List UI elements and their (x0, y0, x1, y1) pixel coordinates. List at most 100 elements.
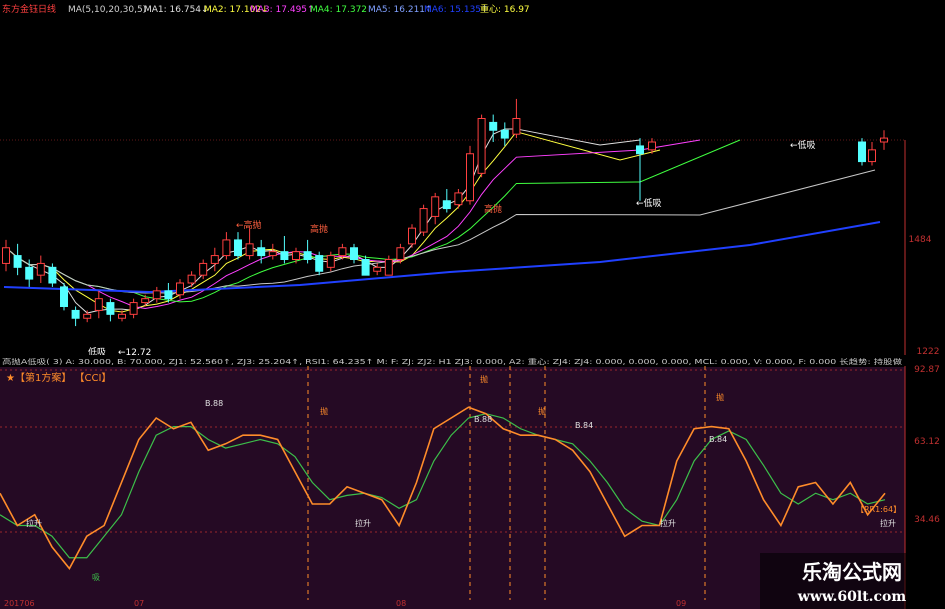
high-sell-label-3: 高抛 (484, 203, 502, 215)
low-buy-label-3: ←低吸 (790, 139, 816, 151)
ma1-value: MA1: 16.754↓ (144, 5, 209, 15)
candle-body (431, 196, 440, 217)
ma5-line (5, 169, 876, 294)
candle-body (94, 298, 103, 311)
indicator-axis-label-1: 92.87 (914, 365, 940, 375)
candle-32[interactable] (373, 263, 382, 276)
candle-right-2[interactable] (858, 138, 866, 166)
candle-18[interactable] (210, 247, 219, 272)
candle-8[interactable] (94, 290, 103, 319)
candle-19[interactable] (222, 232, 231, 260)
candle-0[interactable] (2, 239, 10, 272)
candle-4[interactable] (48, 263, 57, 287)
candle-41[interactable] (477, 114, 486, 178)
candle-44[interactable] (512, 98, 521, 139)
candle-body (118, 313, 126, 319)
candle-body (60, 286, 68, 307)
candle-39[interactable] (454, 189, 463, 209)
candle-body (71, 309, 80, 319)
candle-43[interactable] (500, 122, 509, 146)
period-label[interactable]: 日线 (38, 3, 56, 15)
site-watermark: 乐淘公式网 www.60lt.com (760, 553, 945, 609)
candle-right-3[interactable] (868, 142, 876, 166)
candle-38[interactable] (442, 189, 451, 213)
candle-24[interactable] (280, 236, 289, 264)
candle-body (384, 259, 393, 276)
date-label-2: 07 (134, 599, 144, 608)
candle-body (48, 266, 57, 284)
candle-body (234, 239, 242, 257)
candle-body (636, 145, 644, 155)
candle-1[interactable] (13, 243, 22, 276)
candle-body (408, 227, 416, 245)
candle-23[interactable] (268, 243, 277, 260)
candle-36[interactable] (419, 204, 428, 236)
price-panel: 1484 1222 ←高抛 高抛 高抛 低吸 ←12.72 ←低吸 ←低吸 (0, 98, 939, 358)
candle-body (466, 153, 474, 202)
candle-body (199, 262, 208, 276)
candle-31[interactable] (361, 255, 370, 276)
low-buy-label-2: ←低吸 (636, 197, 662, 209)
candle-body (303, 251, 312, 261)
candle-33[interactable] (384, 255, 393, 276)
candle-5[interactable] (60, 283, 68, 311)
candle-body (350, 247, 358, 260)
moving-average-lines (3, 128, 881, 314)
stock-chart: 东方金钰 日线 MA(5,10,20,30,5) MA1: 16.754↓ MA… (0, 3, 945, 609)
candle-3[interactable] (36, 255, 45, 283)
annotation-b84-1: B.84 (575, 421, 593, 430)
candle-body (280, 251, 289, 261)
candle-11[interactable] (129, 298, 138, 319)
candle-6[interactable] (71, 306, 80, 327)
candle-37[interactable] (431, 192, 440, 225)
ma4-line (5, 139, 741, 303)
indicator-params: 高抛A低吸( 3) A: 30.000, B: 70.000, ZJ1: 52.… (2, 357, 902, 366)
candle-9[interactable] (106, 298, 115, 322)
annotation-throw-4: 抛 (716, 392, 724, 402)
candle-40[interactable] (466, 145, 474, 205)
candle-26[interactable] (303, 239, 312, 264)
candle-body (396, 247, 405, 260)
candle-body (36, 262, 45, 276)
annotation-rr: 【RR1:64】 (856, 505, 901, 514)
candle-body (500, 129, 509, 139)
watermark-site-name: 乐淘公式网 (802, 560, 902, 584)
candle-right-0[interactable] (636, 138, 644, 201)
candle-body (141, 298, 150, 304)
candle-body (315, 255, 324, 272)
candle-body (257, 247, 266, 257)
candle-body (187, 274, 196, 284)
candle-body (164, 290, 173, 300)
ma-params: MA(5,10,20,30,5) (68, 5, 146, 15)
candle-27[interactable] (315, 251, 324, 276)
annotation-pull-2: 拉升 (355, 518, 371, 528)
high-sell-label-1: ←高抛 (236, 219, 262, 231)
candle-body (292, 251, 300, 261)
candle-13[interactable] (152, 286, 161, 303)
candle-body (880, 137, 888, 143)
candle-30[interactable] (350, 243, 358, 264)
candle-body (419, 208, 428, 233)
candle-body (477, 118, 486, 174)
date-label-3: 08 (396, 599, 406, 608)
candle-body (338, 247, 347, 257)
candle-21[interactable] (245, 228, 254, 260)
price-axis-label-1: 1484 (909, 235, 932, 245)
candle-20[interactable] (234, 232, 242, 260)
candle-25[interactable] (292, 247, 300, 264)
candle-body (648, 141, 656, 151)
candle-right-4[interactable] (880, 130, 888, 150)
candle-35[interactable] (408, 224, 416, 248)
annotation-throw-2: 抛 (480, 374, 488, 384)
candle-12[interactable] (141, 294, 150, 307)
candle-body (373, 266, 382, 272)
candle-body (106, 302, 115, 315)
candle-body (176, 282, 184, 296)
candle-body (442, 200, 451, 210)
annotation-pull-4: 拉升 (880, 518, 896, 528)
header-bar: 东方金钰 日线 MA(5,10,20,30,5) MA1: 16.754↓ MA… (2, 3, 530, 15)
indicator-axis-label-2: 63.12 (914, 437, 940, 447)
annotation-pull-3: 拉升 (660, 518, 676, 528)
candle-16[interactable] (187, 271, 196, 287)
stock-name[interactable]: 东方金钰 (2, 3, 38, 15)
